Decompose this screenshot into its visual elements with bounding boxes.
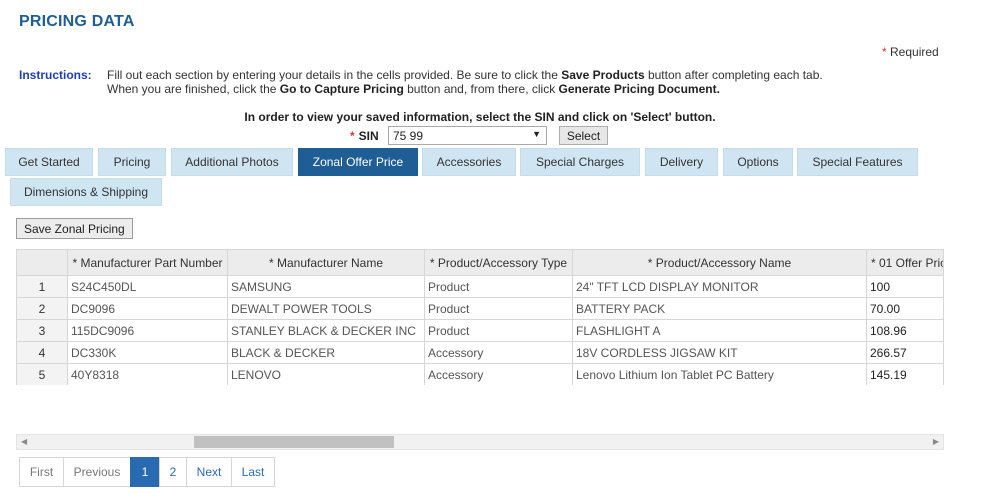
tab-options[interactable]: Options [723,148,793,176]
cell-offer-price[interactable]: 100 [866,275,943,298]
cell-part-number[interactable]: DC9096 [67,297,228,320]
column-header-manufacturer-name[interactable]: * Manufacturer Name [227,249,425,276]
sin-selected-value: 75 99 [393,129,424,143]
tab-pricing[interactable]: Pricing [98,148,166,176]
pricing-table-container: * Manufacturer Part Number * Manufacture… [16,249,944,385]
row-number: 1 [16,275,68,298]
pager-page-1[interactable]: 1 [130,457,160,487]
cell-part-number[interactable]: S24C450DL [67,275,228,298]
table-header-row: * Manufacturer Part Number * Manufacture… [16,249,943,276]
cell-product-name[interactable]: 24" TFT LCD DISPLAY MONITOR [572,275,867,298]
cell-manufacturer-name[interactable]: STANLEY BLACK & DECKER INC [227,319,425,342]
cell-product-type[interactable]: Product [424,319,573,342]
pager-previous[interactable]: Previous [63,457,131,487]
cell-part-number[interactable]: 40Y8318 [67,363,228,385]
instructions-text-segment: button and, from there, click [403,82,559,96]
required-note: * Required [882,45,939,59]
table-row: 5 40Y8318 LENOVO Accessory Lenovo Lithiu… [16,363,943,385]
row-number: 2 [16,297,68,320]
column-header-offer-price[interactable]: * 01 Offer Price [866,249,943,276]
column-header-row-number [16,249,68,276]
cell-offer-price[interactable]: 145.19 [866,363,943,385]
tab-accessories[interactable]: Accessories [422,148,516,176]
cell-product-name[interactable]: FLASHLIGHT A [572,319,867,342]
table-row: 2 DC9096 DEWALT POWER TOOLS Product BATT… [16,297,943,320]
pager-first[interactable]: First [19,457,64,487]
row-number: 3 [16,319,68,342]
instructions-bold-capture-pricing: Go to Capture Pricing [279,82,404,96]
table-row: 3 115DC9096 STANLEY BLACK & DECKER INC P… [16,319,943,342]
pager-next[interactable]: Next [186,457,232,487]
table-row: 4 DC330K BLACK & DECKER Accessory 18V CO… [16,341,943,364]
cell-offer-price[interactable]: 266.57 [866,341,943,364]
instructions-line-2: When you are finished, click the Go to C… [107,82,867,96]
tab-dimensions-shipping[interactable]: Dimensions & Shipping [10,178,162,206]
cell-offer-price[interactable]: 108.96 [866,319,943,342]
instructions-text: Fill out each section by entering your d… [107,68,867,96]
cell-manufacturer-name[interactable]: BLACK & DECKER [227,341,425,364]
table-row: 1 S24C450DL SAMSUNG Product 24" TFT LCD … [16,275,943,298]
cell-product-type[interactable]: Product [424,297,573,320]
pricing-table: * Manufacturer Part Number * Manufacture… [16,249,943,385]
cell-product-type[interactable]: Accessory [424,363,573,385]
page-title: PRICING DATA [19,13,135,30]
row-number: 4 [16,341,68,364]
instructions-text-segment: button after completing each tab. [644,68,823,82]
required-text: Required [890,45,939,59]
cell-manufacturer-name[interactable]: LENOVO [227,363,425,385]
pagination: First Previous 1 2 Next Last [19,457,275,487]
column-header-product-type[interactable]: * Product/Accessory Type [424,249,573,276]
cell-part-number[interactable]: DC330K [67,341,228,364]
row-number: 5 [16,363,68,385]
cell-offer-price[interactable]: 70.00 [866,297,943,320]
tab-get-started[interactable]: Get Started [5,148,93,176]
required-star: * [882,45,887,59]
scrollbar-thumb[interactable] [194,436,394,448]
tab-special-charges[interactable]: Special Charges [520,148,640,176]
sin-label: * SIN [350,129,386,143]
instructions-label: Instructions: [19,68,92,82]
instructions-line-1: Fill out each section by entering your d… [107,68,867,82]
cell-part-number[interactable]: 115DC9096 [67,319,228,342]
instructions-bold-save-products: Save Products [561,68,645,82]
arrow-left-icon[interactable]: ◀ [21,437,27,446]
cell-manufacturer-name[interactable]: SAMSUNG [227,275,425,298]
cell-product-name[interactable]: BATTERY PACK [572,297,867,320]
cell-manufacturer-name[interactable]: DEWALT POWER TOOLS [227,297,425,320]
instructions-text-segment: When you are finished, click the [107,82,280,96]
tab-delivery[interactable]: Delivery [645,148,718,176]
horizontal-scrollbar[interactable]: ◀ ▶ [16,434,944,450]
instructions-text-segment: Fill out each section by entering your d… [107,68,562,82]
tab-zonal-offer-price[interactable]: Zonal Offer Price [298,148,418,176]
cell-product-name[interactable]: Lenovo Lithium Ion Tablet PC Battery [572,363,867,385]
sin-select[interactable]: 75 99 ▼ [388,126,547,145]
pager-last[interactable]: Last [231,457,275,487]
column-header-product-name[interactable]: * Product/Accessory Name [572,249,867,276]
column-header-part-number[interactable]: * Manufacturer Part Number [67,249,228,276]
tab-additional-photos[interactable]: Additional Photos [171,148,293,176]
sin-help-text: In order to view your saved information,… [244,110,716,124]
tab-special-features[interactable]: Special Features [797,148,918,176]
instructions-bold-generate-document: Generate Pricing Document. [558,82,720,96]
arrow-right-icon[interactable]: ▶ [933,437,939,446]
pager-page-2[interactable]: 2 [159,457,187,487]
select-button[interactable]: Select [559,126,608,145]
sin-required-star: * [350,129,355,143]
cell-product-name[interactable]: 18V CORDLESS JIGSAW KIT [572,341,867,364]
cell-product-type[interactable]: Product [424,275,573,298]
chevron-down-icon: ▼ [532,129,541,139]
sin-label-text: SIN [358,129,379,143]
save-zonal-pricing-button[interactable]: Save Zonal Pricing [16,218,133,239]
cell-product-type[interactable]: Accessory [424,341,573,364]
